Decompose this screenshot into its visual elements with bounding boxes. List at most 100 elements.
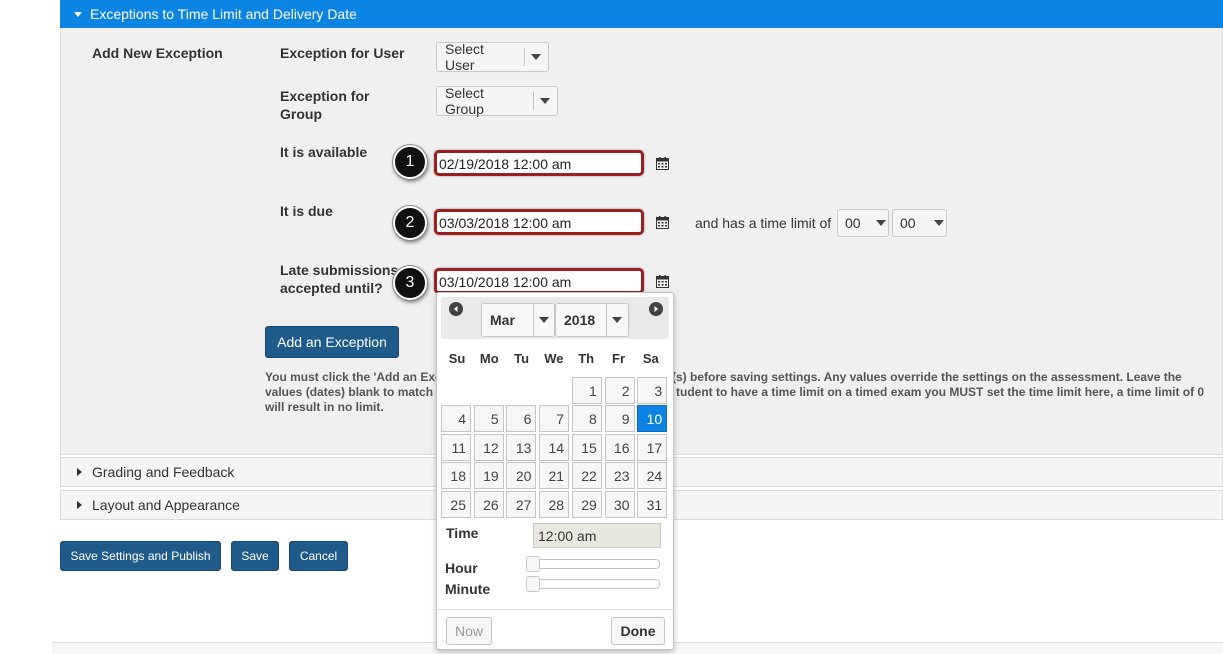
dropdown-arrow-icon (612, 317, 622, 323)
save-button[interactable]: Save (231, 541, 279, 571)
hour-label: Hour (445, 560, 478, 576)
calendar-day[interactable]: 26 (473, 490, 504, 518)
time-label: Time (446, 525, 479, 541)
exception-user-label: Exception for User (280, 45, 405, 61)
next-month-icon[interactable] (649, 302, 663, 316)
calendar-day[interactable]: 6 (506, 405, 537, 433)
calendar-day[interactable]: 17 (637, 433, 668, 461)
calendar-day[interactable]: 11 (441, 433, 471, 461)
calendar-day[interactable]: 9 (604, 405, 635, 433)
help-text-line-1a: You must click the 'Add an Exc (265, 370, 442, 384)
calendar-day[interactable]: 23 (604, 462, 635, 490)
month-select[interactable]: Mar (481, 303, 555, 337)
month-value: Mar (490, 312, 515, 328)
weekday-label: Tu (514, 351, 530, 366)
hour-slider[interactable] (526, 556, 660, 572)
minute-slider[interactable] (526, 576, 660, 592)
calendar-day[interactable]: 18 (441, 462, 471, 490)
calendar-day[interactable]: 27 (506, 490, 537, 518)
weekday-label: Fr (612, 351, 625, 366)
hour-slider-handle[interactable] (526, 556, 540, 572)
now-button[interactable]: Now (446, 617, 492, 645)
calendar-icon[interactable] (656, 216, 669, 229)
dropdown-arrow-icon (875, 220, 886, 226)
datepicker-popup: Mar 2018 Su Mo Tu We Th Fr Sa 1 2 3 4 5 6 7 8 9 10 11 12 1… (436, 292, 674, 650)
weekday-label: Su (448, 351, 466, 366)
hours-value: 00 (845, 215, 861, 231)
calendar-day[interactable]: 8 (571, 405, 602, 433)
calendar-day[interactable]: 16 (604, 433, 635, 461)
due-date-input[interactable]: 03/03/2018 12:00 am (434, 209, 644, 235)
dropdown-arrow-icon (933, 220, 944, 226)
calendar-day[interactable]: 7 (539, 405, 570, 433)
help-text-line-1b: (s) before saving settings. Any values o… (672, 370, 1182, 384)
caret-down-icon (74, 12, 82, 17)
done-button[interactable]: Done (611, 617, 665, 645)
calendar-day[interactable]: 19 (473, 462, 504, 490)
calendar-day[interactable]: 13 (506, 433, 537, 461)
calendar-day[interactable]: 21 (539, 462, 570, 490)
calendar-day[interactable]: 24 (637, 462, 668, 490)
calendar-day[interactable]: 12 (473, 433, 504, 461)
calendar-day[interactable]: 4 (441, 405, 471, 433)
callout-badge-1: 1 (393, 145, 427, 179)
prev-month-icon[interactable] (449, 302, 463, 316)
help-text-line-2a: values (dates) blank to match t (265, 385, 441, 399)
dropdown-arrow-icon (540, 98, 550, 104)
save-and-publish-button[interactable]: Save Settings and Publish (60, 541, 221, 571)
calendar-day-selected[interactable]: 10 (637, 405, 668, 433)
calendar-day[interactable]: 28 (539, 490, 570, 518)
caret-right-icon (77, 501, 82, 509)
select-user-value: Select User (445, 41, 484, 73)
calendar-icon[interactable] (656, 275, 669, 288)
select-user-dropdown[interactable]: Select User (436, 41, 549, 73)
exceptions-section-header[interactable]: Exceptions to Time Limit and Delivery Da… (60, 0, 1223, 28)
minute-label: Minute (445, 581, 491, 597)
callout-badge-2: 2 (393, 206, 427, 240)
calendar-day[interactable]: 15 (571, 433, 602, 461)
callout-badge-3: 3 (393, 266, 427, 300)
minute-slider-handle[interactable] (526, 576, 540, 592)
layout-appearance-title: Layout and Appearance (92, 497, 240, 513)
late-submissions-label: Late submissions accepted until? (280, 262, 399, 296)
add-new-exception-heading: Add New Exception (92, 45, 223, 61)
dropdown-arrow-icon (531, 54, 541, 60)
dropdown-arrow-icon (539, 317, 549, 323)
grading-feedback-title: Grading and Feedback (92, 464, 235, 480)
select-group-dropdown[interactable]: Select Group (436, 85, 558, 117)
calendar-day[interactable]: 31 (637, 490, 668, 518)
section-title: Exceptions to Time Limit and Delivery Da… (90, 6, 357, 22)
year-select[interactable]: 2018 (555, 303, 629, 337)
cancel-button[interactable]: Cancel (289, 541, 348, 571)
calendar-day[interactable]: 14 (539, 433, 570, 461)
select-group-value: Select Group (445, 85, 484, 117)
help-text-line-2b: tudent to have a time limit on a timed e… (676, 385, 1205, 399)
late-date-input[interactable]: 03/10/2018 12:00 am (434, 268, 644, 294)
calendar-day[interactable]: 25 (441, 490, 471, 518)
calendar-day[interactable]: 1 (571, 377, 602, 404)
calendar-day[interactable]: 30 (604, 490, 635, 518)
available-date-input[interactable]: 02/19/2018 12:00 am (434, 150, 644, 176)
calendar-day[interactable]: 2 (604, 377, 635, 404)
hours-select[interactable]: 00 (837, 209, 889, 237)
available-label: It is available (280, 144, 368, 160)
calendar-day[interactable]: 3 (637, 377, 668, 404)
year-value: 2018 (564, 312, 596, 328)
weekday-label: We (544, 351, 564, 366)
calendar-day[interactable]: 29 (571, 490, 602, 518)
calendar-day[interactable]: 5 (473, 405, 504, 433)
help-text-line-3: will result in no limit. (265, 400, 384, 414)
datepicker-footer-divider (437, 609, 673, 610)
add-exception-button[interactable]: Add an Exception (265, 326, 399, 358)
weekday-label: Mo (479, 351, 499, 366)
calendar-day[interactable]: 20 (506, 462, 537, 490)
minutes-select[interactable]: 00 (892, 209, 947, 237)
weekday-label: Sa (642, 351, 659, 366)
time-display: 12:00 am (533, 523, 661, 548)
weekday-label: Th (578, 351, 595, 366)
calendar-icon[interactable] (656, 157, 669, 170)
caret-right-icon (77, 468, 82, 476)
minutes-value: 00 (900, 215, 916, 231)
calendar-day[interactable]: 22 (571, 462, 602, 490)
time-limit-text: and has a time limit of (695, 215, 832, 231)
